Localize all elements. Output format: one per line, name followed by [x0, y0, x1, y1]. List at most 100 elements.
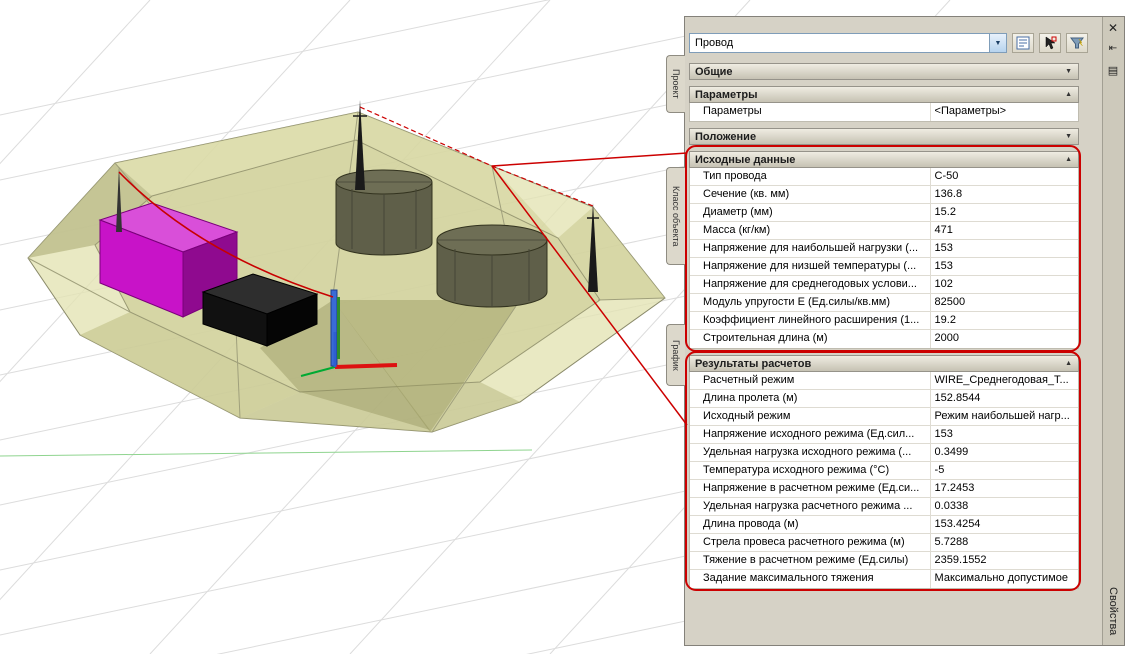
collapse-icon[interactable]: ▲ [1065, 156, 1072, 163]
expand-icon[interactable]: ▼ [1065, 68, 1072, 75]
property-label: Исходный режим [690, 408, 931, 425]
property-label: Напряжение исходного режима (Ед.сил... [690, 426, 931, 443]
property-label: Напряжение в расчетном режиме (Ед.си... [690, 480, 931, 497]
property-row: Удельная нагрузка исходного режима (...0… [690, 444, 1078, 462]
property-value[interactable]: 153.4254 [931, 516, 1078, 533]
property-value[interactable]: 2000 [931, 330, 1078, 348]
property-value[interactable]: 153 [931, 426, 1078, 443]
world-axis-green [0, 450, 532, 456]
property-value[interactable]: 2359.1552 [931, 552, 1078, 569]
close-button[interactable]: ✕ [1103, 20, 1123, 36]
property-label: Длина пролета (м) [690, 390, 931, 407]
object-type-dropdown[interactable]: Провод ▼ [689, 33, 1007, 53]
property-label: Температура исходного режима (°С) [690, 462, 931, 479]
property-row: Удельная нагрузка расчетного режима ...0… [690, 498, 1078, 516]
section-title: Исходные данные [695, 154, 795, 166]
property-value[interactable]: 152.8544 [931, 390, 1078, 407]
property-row: Задание максимального тяженияМаксимально… [690, 570, 1078, 588]
section-title: Результаты расчетов [695, 358, 811, 370]
tank-1[interactable] [336, 170, 432, 255]
property-value[interactable]: Режим наибольшей нагр... [931, 408, 1078, 425]
property-label: Строительная длина (м) [690, 330, 931, 348]
property-value[interactable]: C-50 [931, 168, 1078, 185]
tab-project[interactable]: Проект [666, 55, 685, 113]
select-objects-button[interactable] [1039, 33, 1061, 53]
palette-main: Провод ▼ [685, 17, 1102, 645]
property-row: Напряжение в расчетном режиме (Ед.си...1… [690, 480, 1078, 498]
property-value[interactable]: 0.0338 [931, 498, 1078, 515]
property-value[interactable]: 102 [931, 276, 1078, 293]
property-value[interactable]: WIRE_Среднегодовая_Т... [931, 372, 1078, 389]
property-label: Длина провода (м) [690, 516, 931, 533]
property-value[interactable]: Максимально допустимое [931, 570, 1078, 588]
property-row: Тяжение в расчетном режиме (Ед.силы)2359… [690, 552, 1078, 570]
property-row: Исходный режимРежим наибольшей нагр... [690, 408, 1078, 426]
property-label: Стрела провеса расчетного режима (м) [690, 534, 931, 551]
property-value[interactable]: <Параметры> [931, 103, 1078, 121]
property-row: Сечение (кв. мм)136.8 [690, 186, 1078, 204]
section-position: Положение ▼ [689, 128, 1079, 145]
section-title: Положение [695, 131, 756, 143]
property-label: Удельная нагрузка расчетного режима ... [690, 498, 931, 515]
section-initial-data: Исходные данные ▲ Тип проводаC-50Сечение (… [689, 151, 1079, 349]
properties-palette: Проект Класс объекта График Провод ▼ [684, 16, 1125, 646]
property-row: Строительная длина (м)2000 [690, 330, 1078, 348]
property-label: Удельная нагрузка исходного режима (... [690, 444, 931, 461]
property-value[interactable]: 15.2 [931, 204, 1078, 221]
object-type-value: Провод [690, 34, 989, 52]
property-value[interactable]: 153 [931, 240, 1078, 257]
property-value[interactable]: 471 [931, 222, 1078, 239]
property-row: Напряжение для низшей температуры (...15… [690, 258, 1078, 276]
properties-menu-button[interactable]: ▤ [1103, 62, 1123, 78]
property-row: Параметры<Параметры> [690, 103, 1078, 121]
section-rows-parameters: Параметры<Параметры> [689, 103, 1079, 122]
section-title: Общие [695, 66, 733, 78]
property-value[interactable]: -5 [931, 462, 1078, 479]
property-value[interactable]: 153 [931, 258, 1078, 275]
collapse-icon[interactable]: ▲ [1065, 91, 1072, 98]
section-title: Параметры [695, 89, 757, 101]
auto-hide-button[interactable]: ⇤ [1103, 40, 1123, 56]
property-row: Стрела провеса расчетного режима (м)5.72… [690, 534, 1078, 552]
property-value[interactable]: 5.7288 [931, 534, 1078, 551]
property-label: Тяжение в расчетном режиме (Ед.силы) [690, 552, 931, 569]
tank-2[interactable] [437, 225, 547, 307]
property-label: Напряжение для среднегодовых услови... [690, 276, 931, 293]
tab-object-class[interactable]: Класс объекта [666, 167, 685, 265]
property-row: Диаметр (мм)15.2 [690, 204, 1078, 222]
property-value[interactable]: 19.2 [931, 312, 1078, 329]
property-row: Напряжение исходного режима (Ед.сил...15… [690, 426, 1078, 444]
tab-graphics[interactable]: График [666, 324, 685, 386]
palette-title: Свойства [1107, 587, 1119, 635]
property-label: Параметры [690, 103, 931, 121]
quick-select-button[interactable] [1066, 33, 1088, 53]
section-rows-initial-data: Тип проводаC-50Сечение (кв. мм)136.8Диам… [689, 168, 1079, 349]
pickadd-icon [1016, 36, 1030, 50]
property-row: Напряжение для среднегодовых услови...10… [690, 276, 1078, 294]
section-header-parameters[interactable]: Параметры ▲ [689, 86, 1079, 103]
section-results: Результаты расчетов ▲ Расчетный режимWIRE_… [689, 355, 1079, 589]
property-label: Сечение (кв. мм) [690, 186, 931, 203]
pickadd-toggle-button[interactable] [1012, 33, 1034, 53]
property-value[interactable]: 82500 [931, 294, 1078, 311]
section-header-general[interactable]: Общие ▼ [689, 63, 1079, 80]
collapse-icon[interactable]: ▲ [1065, 360, 1072, 367]
property-row: Напряжение для наибольшей нагрузки (...1… [690, 240, 1078, 258]
property-value[interactable]: 17.2453 [931, 480, 1078, 497]
property-label: Масса (кг/км) [690, 222, 931, 239]
property-label: Коэффициент линейного расширения (1... [690, 312, 931, 329]
property-row: Масса (кг/км)471 [690, 222, 1078, 240]
section-rows-results: Расчетный режимWIRE_Среднегодовая_Т...Дл… [689, 372, 1079, 589]
section-header-results[interactable]: Результаты расчетов ▲ [689, 355, 1079, 372]
property-row: Тип проводаC-50 [690, 168, 1078, 186]
section-header-position[interactable]: Положение ▼ [689, 128, 1079, 145]
sections-container: Общие▼Параметры▲Параметры<Параметры>Поло… [689, 63, 1079, 589]
property-value[interactable]: 136.8 [931, 186, 1078, 203]
property-value[interactable]: 0.3499 [931, 444, 1078, 461]
expand-icon[interactable]: ▼ [1065, 133, 1072, 140]
chevron-down-icon[interactable]: ▼ [989, 34, 1006, 52]
property-label: Напряжение для наибольшей нагрузки (... [690, 240, 931, 257]
property-label: Расчетный режим [690, 372, 931, 389]
property-row: Длина провода (м)153.4254 [690, 516, 1078, 534]
section-header-initial-data[interactable]: Исходные данные ▲ [689, 151, 1079, 168]
